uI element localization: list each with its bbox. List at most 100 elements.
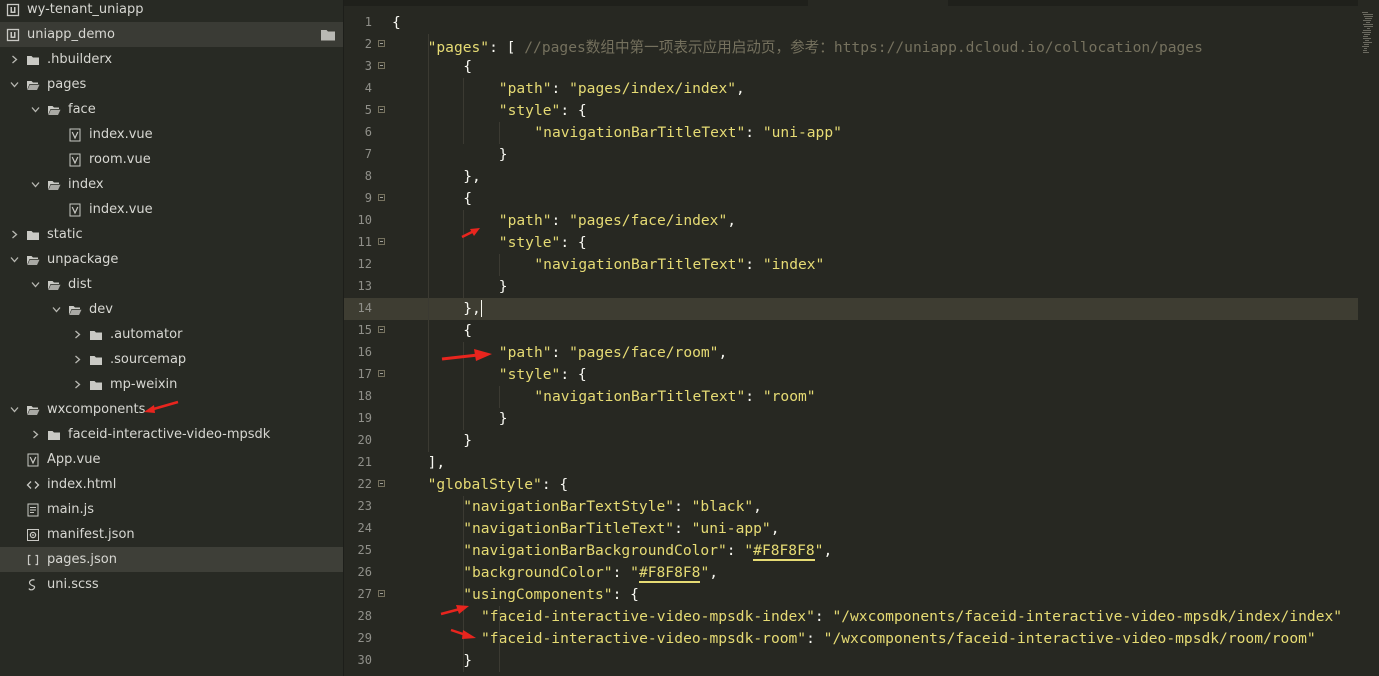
tree-item-face[interactable]: face xyxy=(0,97,343,122)
tree-item-manifest-json[interactable]: manifest.json xyxy=(0,522,343,547)
code-text: } xyxy=(463,652,472,669)
minimap-line xyxy=(1364,44,1369,45)
code-line[interactable]: 20} xyxy=(344,430,1358,452)
line-number: 5 xyxy=(364,103,372,117)
minimap-line xyxy=(1363,50,1367,51)
chevron-right-icon[interactable] xyxy=(71,330,83,339)
code-line[interactable]: 11 "style": { xyxy=(344,232,1358,254)
chevron-down-icon[interactable] xyxy=(8,80,20,89)
open-folder-icon[interactable] xyxy=(320,27,336,43)
code-string: "index" xyxy=(762,256,825,273)
code-line[interactable]: 29 "faceid-interactive-video-mpsdk-room":… xyxy=(344,628,1358,650)
tree-item-static[interactable]: static xyxy=(0,222,343,247)
tree-item-app-vue[interactable]: App.vue xyxy=(0,447,343,472)
tree-item-pages-json[interactable]: pages.json xyxy=(0,547,343,572)
tab-pages-json[interactable] xyxy=(808,0,948,6)
chevron-right-icon[interactable] xyxy=(71,355,83,364)
chevron-right-icon[interactable] xyxy=(8,55,20,64)
code-string: "path" xyxy=(498,344,552,361)
minimap[interactable] xyxy=(1358,0,1379,676)
chevron-down-icon[interactable] xyxy=(50,305,62,314)
code-punctuation: : { xyxy=(560,102,587,119)
chevron-right-icon[interactable] xyxy=(8,230,20,239)
code-string: "navigationBarTitleText" xyxy=(534,256,746,273)
code-line[interactable]: 6 "navigationBarTitleText": "uni-app" xyxy=(344,122,1358,144)
code-punctuation: : xyxy=(814,608,833,625)
fold-toggle-icon[interactable] xyxy=(378,238,385,245)
code-line[interactable]: 25 "navigationBarBackgroundColor": "#F8F8… xyxy=(344,540,1358,562)
chevron-down-icon[interactable] xyxy=(8,405,20,414)
code-line[interactable]: 23 "navigationBarTextStyle": "black", xyxy=(344,496,1358,518)
tree-item-sourcemap[interactable]: .sourcemap xyxy=(0,347,343,372)
code-line[interactable]: 16 "path": "pages/face/room", xyxy=(344,342,1358,364)
code-line[interactable]: 15 { xyxy=(344,320,1358,342)
chevron-down-icon[interactable] xyxy=(29,280,41,289)
fold-toggle-icon[interactable] xyxy=(378,194,385,201)
tree-item-faceid-interactive-video-mpsdk[interactable]: faceid-interactive-video-mpsdk xyxy=(0,422,343,447)
code-editor[interactable]: 1{2 "pages": [ //pages数组中第一项表示应用启动页，参考：ht… xyxy=(344,0,1379,676)
tree-item-wy-tenant-uniapp[interactable]: wy-tenant_uniapp xyxy=(0,0,343,22)
settings-file-icon xyxy=(26,528,40,542)
code-line[interactable]: 5 "style": { xyxy=(344,100,1358,122)
tree-item-uniapp-demo[interactable]: uniapp_demo xyxy=(0,22,343,47)
code-comment: //pages数组中第一项表示应用启动页，参考：https://uniapp.d… xyxy=(524,39,1203,56)
code-line[interactable]: 19} xyxy=(344,408,1358,430)
tree-item-dist[interactable]: dist xyxy=(0,272,343,297)
code-line[interactable]: 18 "navigationBarTitleText": "room" xyxy=(344,386,1358,408)
code-line[interactable]: 17 "style": { xyxy=(344,364,1358,386)
code-text: }, xyxy=(463,300,481,317)
code-line[interactable]: 10 "path": "pages/face/index", xyxy=(344,210,1358,232)
tree-item-index-vue[interactable]: index.vue xyxy=(0,122,343,147)
tree-item-mp-weixin[interactable]: mp-weixin xyxy=(0,372,343,397)
chevron-down-icon[interactable] xyxy=(8,255,20,264)
tree-item-index-vue[interactable]: index.vue xyxy=(0,197,343,222)
code-line[interactable]: 24 "navigationBarTitleText": "uni-app", xyxy=(344,518,1358,540)
tree-item-unpackage[interactable]: unpackage xyxy=(0,247,343,272)
code-line[interactable]: 3{ xyxy=(344,56,1358,78)
code-line[interactable]: 9{ xyxy=(344,188,1358,210)
fold-toggle-icon[interactable] xyxy=(378,62,385,69)
code-line[interactable]: 22 "globalStyle": { xyxy=(344,474,1358,496)
code-line[interactable]: 12 "navigationBarTitleText": "index" xyxy=(344,254,1358,276)
code-line[interactable]: 14}, xyxy=(344,298,1358,320)
fold-toggle-icon[interactable] xyxy=(378,326,385,333)
code-punctuation: }, xyxy=(463,300,481,317)
chevron-down-icon[interactable] xyxy=(29,105,41,114)
folder-open-icon xyxy=(47,178,61,192)
tree-item-pages[interactable]: pages xyxy=(0,72,343,97)
code-punctuation: , xyxy=(727,212,737,229)
fold-toggle-icon[interactable] xyxy=(378,590,385,597)
code-line[interactable]: 2 "pages": [ //pages数组中第一项表示应用启动页，参考：http… xyxy=(344,34,1358,56)
tree-item-hbuilderx[interactable]: .hbuilderx xyxy=(0,47,343,72)
tree-item-label: .automator xyxy=(110,327,183,342)
minimap-line xyxy=(1364,26,1373,27)
chevron-down-icon[interactable] xyxy=(29,180,41,189)
tree-item-index[interactable]: index xyxy=(0,172,343,197)
fold-toggle-icon[interactable] xyxy=(378,106,385,113)
line-number: 12 xyxy=(357,257,372,271)
folder-icon xyxy=(89,328,103,342)
tree-item-index-html[interactable]: index.html xyxy=(0,472,343,497)
code-string: " xyxy=(700,564,710,581)
code-line[interactable]: 4 "path": "pages/index/index", xyxy=(344,78,1358,100)
fold-toggle-icon[interactable] xyxy=(378,370,385,377)
tree-item-dev[interactable]: dev xyxy=(0,297,343,322)
fold-toggle-icon[interactable] xyxy=(378,40,385,47)
code-punctuation: }, xyxy=(463,168,481,185)
chevron-right-icon[interactable] xyxy=(71,380,83,389)
code-line[interactable]: 8}, xyxy=(344,166,1358,188)
tree-item-room-vue[interactable]: room.vue xyxy=(0,147,343,172)
tree-item-uni-scss[interactable]: uni.scss xyxy=(0,572,343,597)
code-line[interactable]: 30} xyxy=(344,650,1358,672)
fold-toggle-icon[interactable] xyxy=(378,480,385,487)
code-line[interactable]: 21], xyxy=(344,452,1358,474)
code-line[interactable]: 26 "backgroundColor": "#F8F8F8", xyxy=(344,562,1358,584)
tree-item-main-js[interactable]: main.js xyxy=(0,497,343,522)
code-line[interactable]: 1{ xyxy=(344,12,1358,34)
code-line[interactable]: 13} xyxy=(344,276,1358,298)
code-line[interactable]: 7} xyxy=(344,144,1358,166)
code-line[interactable]: 27 "usingComponents": { xyxy=(344,584,1358,606)
code-line[interactable]: 28 "faceid-interactive-video-mpsdk-index"… xyxy=(344,606,1358,628)
tree-item-automator[interactable]: .automator xyxy=(0,322,343,347)
chevron-right-icon[interactable] xyxy=(29,430,41,439)
